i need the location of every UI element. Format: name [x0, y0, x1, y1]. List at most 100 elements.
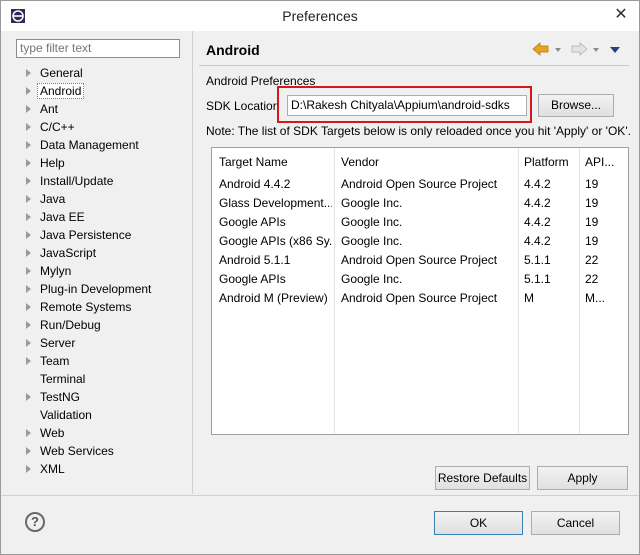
view-menu-icon[interactable] — [609, 41, 621, 57]
title-bar[interactable]: Preferences ✕ — [1, 1, 639, 31]
apply-button[interactable]: Apply — [537, 466, 628, 490]
tree-item-label: Android — [37, 83, 85, 99]
table-row[interactable]: Android 5.1.1 Android Open Source Project… — [212, 251, 628, 270]
tree-item[interactable]: Web Services — [16, 442, 186, 460]
expand-arrow-icon[interactable] — [26, 213, 31, 221]
tree-item-label: Terminal — [40, 372, 86, 386]
tree-item[interactable]: C/C++ — [16, 118, 186, 136]
tree-item[interactable]: Java — [16, 190, 186, 208]
expand-arrow-icon[interactable] — [26, 249, 31, 257]
tree-item[interactable]: Validation — [16, 406, 186, 424]
tree-item[interactable]: TestNG — [16, 388, 186, 406]
filter-field[interactable] — [16, 39, 180, 58]
preferences-tree: General Android Ant C/C++ Data Management Hel… — [16, 64, 192, 494]
page-title: Android — [206, 42, 260, 58]
tree-item-label: JavaScript — [40, 246, 97, 260]
table-cell: Glass Development... — [219, 196, 332, 210]
close-icon[interactable]: ✕ — [609, 5, 633, 25]
expand-arrow-icon[interactable] — [26, 267, 31, 275]
table-row[interactable]: Glass Development... Google Inc. 4.4.2 19 — [212, 194, 628, 213]
tree-item-label: Ant — [40, 102, 59, 116]
tree-item[interactable]: Plug-in Development — [16, 280, 186, 298]
help-icon[interactable]: ? — [25, 512, 45, 532]
sdk-location-input[interactable] — [288, 96, 525, 114]
window-title: Preferences — [282, 8, 358, 24]
table-cell: 19 — [585, 196, 599, 210]
expand-arrow-icon[interactable] — [26, 393, 31, 401]
tree-item-label: General — [40, 66, 83, 80]
tree-item[interactable]: Data Management — [16, 136, 186, 154]
column-header-vendor[interactable]: Vendor — [341, 155, 519, 169]
expand-arrow-icon[interactable] — [26, 285, 31, 293]
tree-item[interactable]: Ant — [16, 100, 186, 118]
expand-arrow-icon[interactable] — [26, 123, 31, 131]
table-cell: 5.1.1 — [524, 272, 551, 286]
expand-arrow-icon[interactable] — [26, 177, 31, 185]
tree-item[interactable]: Terminal — [16, 370, 186, 388]
tree-item[interactable]: Run/Debug — [16, 316, 186, 334]
expand-arrow-icon[interactable] — [26, 357, 31, 365]
expand-arrow-icon[interactable] — [26, 429, 31, 437]
expand-arrow-icon[interactable] — [26, 447, 31, 455]
table-cell: 4.4.2 — [524, 196, 551, 210]
forward-arrow-icon[interactable] — [569, 41, 589, 57]
table-cell: 19 — [585, 234, 599, 248]
tree-item[interactable]: Install/Update — [16, 172, 186, 190]
table-cell: 19 — [585, 177, 599, 191]
sdk-targets-table[interactable]: Target Name Vendor Platform API... Andro… — [211, 147, 629, 435]
expand-arrow-icon[interactable] — [26, 159, 31, 167]
expand-arrow-icon[interactable] — [26, 321, 31, 329]
expand-arrow-icon[interactable] — [26, 141, 31, 149]
tree-item[interactable]: Web — [16, 424, 186, 442]
filter-input[interactable] — [17, 40, 180, 56]
footer-divider — [1, 495, 639, 496]
expand-arrow-icon[interactable] — [26, 465, 31, 473]
tree-item[interactable]: Remote Systems — [16, 298, 186, 316]
tree-item[interactable]: Mylyn — [16, 262, 186, 280]
expand-arrow-icon[interactable] — [26, 231, 31, 239]
tree-item[interactable]: Help — [16, 154, 186, 172]
expand-arrow-icon[interactable] — [26, 339, 31, 347]
tree-item[interactable]: JavaScript — [16, 244, 186, 262]
tree-item[interactable]: Java Persistence — [16, 226, 186, 244]
table-row[interactable]: Google APIs Google Inc. 5.1.1 22 — [212, 270, 628, 289]
table-row[interactable]: Android 4.4.2 Android Open Source Project… — [212, 175, 628, 194]
column-header-target[interactable]: Target Name — [219, 155, 329, 169]
ok-button[interactable]: OK — [434, 511, 523, 535]
column-header-platform[interactable]: Platform — [524, 155, 580, 169]
table-cell: 4.4.2 — [524, 177, 551, 191]
expand-arrow-icon[interactable] — [26, 303, 31, 311]
tree-item[interactable]: XML — [16, 460, 186, 478]
tree-item[interactable]: General — [16, 64, 186, 82]
back-arrow-icon[interactable] — [531, 41, 551, 57]
tree-item[interactable]: Team — [16, 352, 186, 370]
expand-arrow-icon[interactable] — [26, 69, 31, 77]
table-row[interactable]: Google APIs (x86 Sy... Google Inc. 4.4.2 19 — [212, 232, 628, 251]
restore-defaults-button[interactable]: Restore Defaults — [435, 466, 530, 490]
tree-item-label: Java Persistence — [40, 228, 132, 242]
tree-item-label: TestNG — [40, 390, 81, 404]
expand-arrow-icon[interactable] — [26, 87, 31, 95]
table-row[interactable]: Google APIs Google Inc. 4.4.2 19 — [212, 213, 628, 232]
sdk-note: Note: The list of SDK Targets below is o… — [206, 124, 631, 138]
back-menu-chevron-icon[interactable] — [553, 41, 563, 57]
table-header: Target Name Vendor Platform API... — [212, 148, 628, 175]
expand-arrow-icon[interactable] — [26, 195, 31, 203]
sdk-location-field[interactable] — [287, 95, 527, 116]
table-row[interactable]: Android M (Preview) Android Open Source P… — [212, 289, 628, 308]
tree-item-label: Java — [40, 192, 66, 206]
forward-menu-chevron-icon[interactable] — [591, 41, 601, 57]
table-cell: 22 — [585, 253, 599, 267]
column-header-api[interactable]: API... — [585, 155, 625, 169]
tree-item[interactable]: Java EE — [16, 208, 186, 226]
tree-item-label: Help — [40, 156, 65, 170]
table-cell: M — [524, 291, 534, 305]
table-cell: Google APIs (x86 Sy... — [219, 234, 332, 248]
tree-item[interactable]: Server — [16, 334, 186, 352]
cancel-button[interactable]: Cancel — [531, 511, 620, 535]
tree-item[interactable]: Android — [16, 82, 186, 100]
panel-splitter[interactable] — [192, 31, 193, 494]
page-header: Android — [193, 33, 639, 63]
browse-button[interactable]: Browse... — [538, 94, 614, 117]
expand-arrow-icon[interactable] — [26, 105, 31, 113]
